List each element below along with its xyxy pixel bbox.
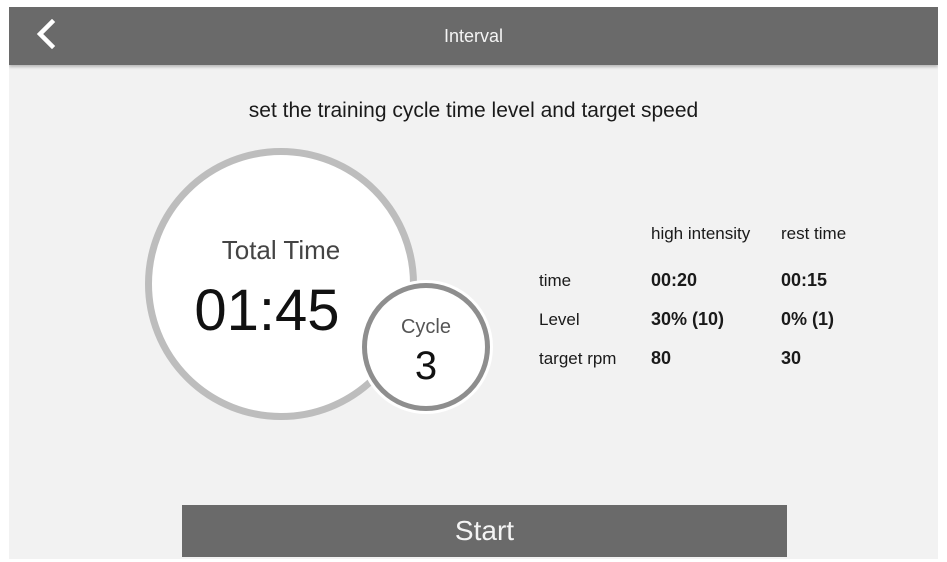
interval-screen: Interval set the training cycle time lev… (9, 7, 938, 559)
high-intensity-level-value[interactable]: 30% (10) (651, 300, 781, 339)
rest-level-value[interactable]: 0% (1) (781, 300, 871, 339)
cycle-value: 3 (414, 344, 438, 388)
column-header-rest-time: rest time (781, 224, 847, 243)
rest-time-value[interactable]: 00:15 (781, 261, 871, 300)
table-header-empty (539, 221, 651, 247)
start-button[interactable]: Start (182, 505, 787, 557)
column-header-high-intensity: high intensity (651, 224, 751, 243)
table-header-row: high intensity rest time (539, 221, 871, 247)
cycle-label: Cycle (400, 316, 451, 338)
table-row-time[interactable]: time 00:20 00:15 (539, 261, 871, 300)
row-label-time: time (539, 270, 572, 290)
row-label-level: Level (539, 309, 580, 329)
rest-rpm-value[interactable]: 30 (781, 339, 871, 378)
row-label-target-rpm: target rpm (539, 348, 617, 368)
table-row-level[interactable]: Level 30% (10) 0% (1) (539, 300, 871, 339)
high-intensity-rpm-value[interactable]: 80 (651, 339, 781, 378)
top-bar: Interval (9, 7, 938, 65)
table-row-target-rpm[interactable]: target rpm 80 30 (539, 339, 871, 378)
table-spacer (539, 247, 871, 261)
total-time-label: Total Time (221, 235, 341, 265)
cycle-circle[interactable]: Cycle 3 (362, 283, 490, 411)
interval-settings-table: high intensity rest time time 00:20 00:1… (539, 221, 871, 378)
instruction-text: set the training cycle time level and ta… (248, 99, 699, 122)
page-title: Interval (443, 26, 504, 46)
high-intensity-time-value[interactable]: 00:20 (651, 261, 781, 300)
